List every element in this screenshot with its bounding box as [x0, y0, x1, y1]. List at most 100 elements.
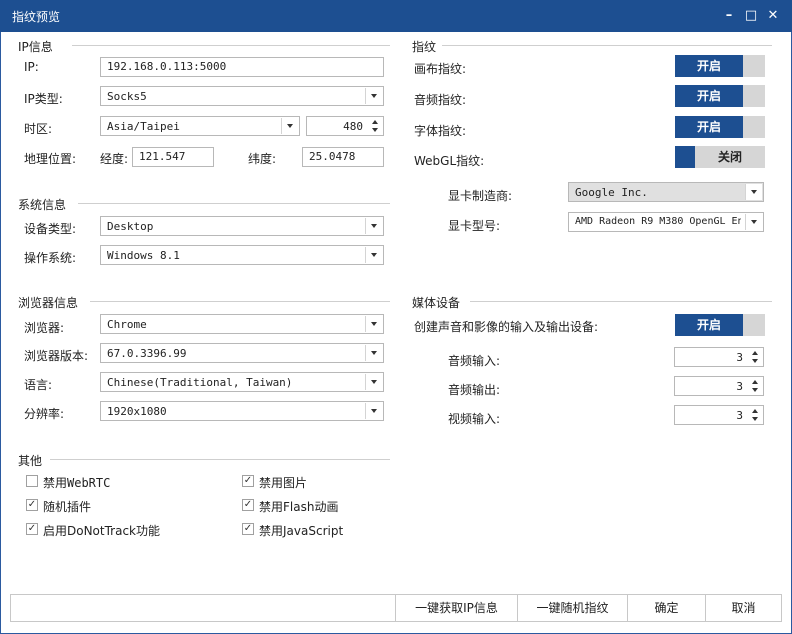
device-type-value: Desktop	[107, 220, 154, 233]
gpu-vendor-select[interactable]: Google Inc.	[568, 182, 764, 202]
stepper-down-icon[interactable]	[748, 415, 762, 423]
stepper-down-icon[interactable]	[748, 386, 762, 394]
other-section-header: 其他	[18, 454, 43, 468]
checkbox-label: 随机插件	[43, 500, 92, 514]
checkbox-label: 禁用Flash动画	[259, 500, 339, 514]
browser-section-header: 浏览器信息	[18, 296, 79, 310]
language-label: 语言:	[24, 378, 53, 392]
checkbox-box[interactable]	[26, 475, 38, 487]
os-select[interactable]: Windows 8.1	[100, 245, 384, 265]
stepper-up-icon[interactable]	[368, 118, 382, 126]
ip-section-header: IP信息	[18, 40, 53, 54]
timezone-value: Asia/Taipei	[107, 120, 180, 133]
chevron-down-icon[interactable]	[365, 374, 382, 390]
chevron-down-icon[interactable]	[365, 247, 382, 263]
toggle-state: 开启	[675, 116, 743, 138]
browser-select[interactable]: Chrome	[100, 314, 384, 334]
gpu-model-value: AMD Radeon R9 M380 OpenGL En	[575, 216, 741, 227]
chevron-down-icon[interactable]	[365, 218, 382, 234]
chevron-down-icon[interactable]	[365, 345, 382, 361]
language-select[interactable]: Chinese(Traditional, Taiwan)	[100, 372, 384, 392]
chevron-down-icon[interactable]	[365, 403, 382, 419]
browser-label: 浏览器:	[24, 321, 65, 335]
latitude-label: 纬度:	[248, 152, 277, 166]
geo-label: 地理位置:	[24, 152, 77, 166]
gpu-vendor-label: 显卡制造商:	[448, 189, 513, 203]
ip-field[interactable]: 192.168.0.113:5000	[100, 57, 384, 77]
gpu-model-label: 显卡型号:	[448, 219, 501, 233]
resolution-select[interactable]: 1920x1080	[100, 401, 384, 421]
checkbox-label: 启用DoNotTrack功能	[43, 524, 161, 538]
checkbox-label: 禁用WebRTC	[43, 476, 111, 490]
canvas-fp-toggle[interactable]: 开启	[675, 55, 765, 77]
system-section-header: 系统信息	[18, 198, 67, 212]
checkbox-label: 禁用JavaScript	[259, 524, 344, 538]
stepper-buttons	[748, 378, 762, 394]
stepper-up-icon[interactable]	[748, 378, 762, 386]
video-input-value: 3	[736, 409, 743, 422]
toggle-state: 开启	[675, 314, 743, 336]
gpu-vendor-value: Google Inc.	[575, 186, 648, 199]
resolution-value: 1920x1080	[107, 405, 167, 418]
audio-input-value: 3	[736, 351, 743, 364]
webgl-fp-toggle[interactable]: 关闭	[675, 146, 765, 168]
browser-value: Chrome	[107, 318, 147, 331]
stepper-up-icon[interactable]	[748, 407, 762, 415]
minimize-icon[interactable]: –	[718, 5, 740, 27]
check-icon[interactable]: ✓	[242, 523, 254, 535]
ok-button[interactable]: 确定	[627, 595, 705, 621]
chevron-down-icon[interactable]	[745, 214, 762, 230]
longitude-field[interactable]: 121.547	[132, 147, 214, 167]
timezone-offset-stepper[interactable]: 480	[306, 116, 384, 136]
check-icon[interactable]: ✓	[242, 475, 254, 487]
get-ip-info-button[interactable]: 一键获取IP信息	[395, 595, 517, 621]
maximize-icon[interactable]: □	[740, 5, 762, 27]
browser-version-select[interactable]: 67.0.3396.99	[100, 343, 384, 363]
section-divider	[470, 301, 772, 302]
chevron-down-icon[interactable]	[365, 88, 382, 104]
video-input-label: 视频输入:	[448, 412, 501, 426]
audio-input-stepper[interactable]: 3	[674, 347, 764, 367]
resolution-label: 分辨率:	[24, 407, 65, 421]
section-divider	[90, 301, 390, 302]
toggle-state: 开启	[675, 55, 743, 77]
stepper-buttons	[368, 118, 382, 134]
random-fingerprint-button[interactable]: 一键随机指纹	[517, 595, 627, 621]
close-icon[interactable]: ✕	[762, 5, 784, 27]
audio-output-label: 音频输出:	[448, 383, 501, 397]
stepper-up-icon[interactable]	[748, 349, 762, 357]
media-create-label: 创建声音和影像的输入及输出设备:	[414, 320, 599, 334]
audio-input-label: 音频输入:	[448, 354, 501, 368]
device-type-select[interactable]: Desktop	[100, 216, 384, 236]
media-devices-toggle[interactable]: 开启	[675, 314, 765, 336]
chevron-down-icon[interactable]	[365, 316, 382, 332]
browser-version-value: 67.0.3396.99	[107, 347, 187, 360]
timezone-select[interactable]: Asia/Taipei	[100, 116, 300, 136]
font-fp-toggle[interactable]: 开启	[675, 116, 765, 138]
audio-fp-toggle[interactable]: 开启	[675, 85, 765, 107]
cancel-button[interactable]: 取消	[705, 595, 781, 621]
stepper-down-icon[interactable]	[748, 357, 762, 365]
section-divider	[78, 203, 390, 204]
media-section-header: 媒体设备	[412, 296, 461, 310]
chevron-down-icon[interactable]	[745, 184, 762, 200]
audio-output-stepper[interactable]: 3	[674, 376, 764, 396]
section-divider	[50, 459, 390, 460]
stepper-down-icon[interactable]	[368, 126, 382, 134]
video-input-stepper[interactable]: 3	[674, 405, 764, 425]
timezone-offset-value: 480	[343, 120, 363, 133]
check-icon[interactable]: ✓	[242, 499, 254, 511]
os-label: 操作系统:	[24, 251, 77, 265]
ip-label: IP:	[24, 60, 39, 74]
checkbox-label: 禁用图片	[259, 476, 308, 490]
latitude-field[interactable]: 25.0478	[302, 147, 384, 167]
ip-type-select[interactable]: Socks5	[100, 86, 384, 106]
gpu-model-select[interactable]: AMD Radeon R9 M380 OpenGL En	[568, 212, 764, 232]
chevron-down-icon[interactable]	[281, 118, 298, 134]
browser-version-label: 浏览器版本:	[24, 349, 89, 363]
window-title: 指纹预览	[12, 10, 61, 24]
check-icon[interactable]: ✓	[26, 499, 38, 511]
bottom-button-bar: 一键获取IP信息 一键随机指纹 确定 取消	[10, 594, 782, 622]
toggle-knob	[675, 146, 695, 168]
check-icon[interactable]: ✓	[26, 523, 38, 535]
